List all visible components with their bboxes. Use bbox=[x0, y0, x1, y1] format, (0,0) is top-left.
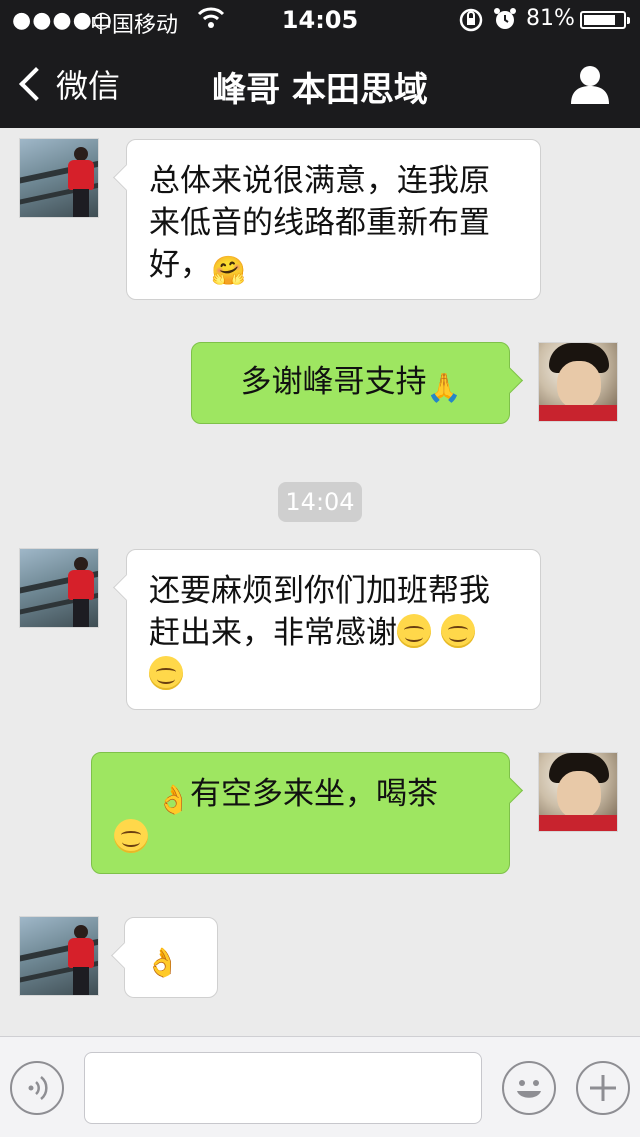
smiling-face-icon bbox=[149, 656, 183, 690]
emoji-icon bbox=[517, 1080, 541, 1098]
voice-button[interactable] bbox=[10, 1061, 64, 1115]
status-bar: ●●●●○ 中国移动 14:05 81% bbox=[0, 0, 640, 40]
my-avatar[interactable] bbox=[538, 342, 618, 422]
orientation-lock-icon bbox=[458, 7, 484, 38]
message-bubble-sent[interactable]: 多谢峰哥支持🙏 bbox=[191, 342, 510, 424]
contact-avatar[interactable] bbox=[19, 916, 99, 996]
alarm-icon bbox=[492, 6, 518, 37]
message-bubble-received[interactable]: 总体来说很满意，连我原来低音的线路都重新布置好，🤗 bbox=[126, 139, 541, 300]
battery-icon bbox=[580, 11, 630, 29]
contact-avatar[interactable] bbox=[19, 548, 99, 628]
contact-avatar[interactable] bbox=[19, 138, 99, 218]
input-bar bbox=[0, 1036, 640, 1137]
message-text: 有空多来坐，喝茶 bbox=[190, 776, 438, 812]
my-avatar[interactable] bbox=[538, 752, 618, 832]
praying-hands-icon: 🙏 bbox=[426, 371, 462, 404]
message-text: 总体来说很满意，连我原来低音的线路都重新布置好， bbox=[149, 163, 490, 283]
ok-hand-icon: 👌 bbox=[145, 946, 180, 979]
time-divider: 14:04 bbox=[278, 482, 362, 522]
plus-icon bbox=[590, 1075, 616, 1101]
ok-hand-icon: 👌 bbox=[156, 783, 191, 816]
person-icon[interactable] bbox=[568, 62, 612, 106]
emoji-button[interactable] bbox=[502, 1061, 556, 1115]
smiling-face-icon bbox=[114, 819, 148, 853]
chat-title: 峰哥 本田思域 bbox=[212, 70, 428, 110]
message-bubble-sent[interactable]: 👌有空多来坐，喝茶 bbox=[91, 752, 510, 874]
message-text: 多谢峰哥支持 bbox=[240, 364, 427, 400]
smiling-face-icon bbox=[440, 614, 475, 648]
voice-icon bbox=[28, 1076, 48, 1100]
message-bubble-received[interactable]: 👌 bbox=[124, 917, 218, 998]
hugging-face-icon: 🤗 bbox=[211, 254, 246, 287]
top-bar: ●●●●○ 中国移动 14:05 81% 微信 峰哥 本田思域 bbox=[0, 0, 640, 128]
message-bubble-received[interactable]: 还要麻烦到你们加班帮我赶出来，非常感谢 bbox=[126, 549, 541, 710]
smiling-face-icon bbox=[397, 614, 431, 648]
plus-button[interactable] bbox=[576, 1061, 630, 1115]
message-text: 还要麻烦到你们加班帮我赶出来，非常感谢 bbox=[149, 573, 490, 651]
message-input[interactable] bbox=[84, 1052, 482, 1124]
battery-percent: 81% bbox=[526, 6, 575, 31]
